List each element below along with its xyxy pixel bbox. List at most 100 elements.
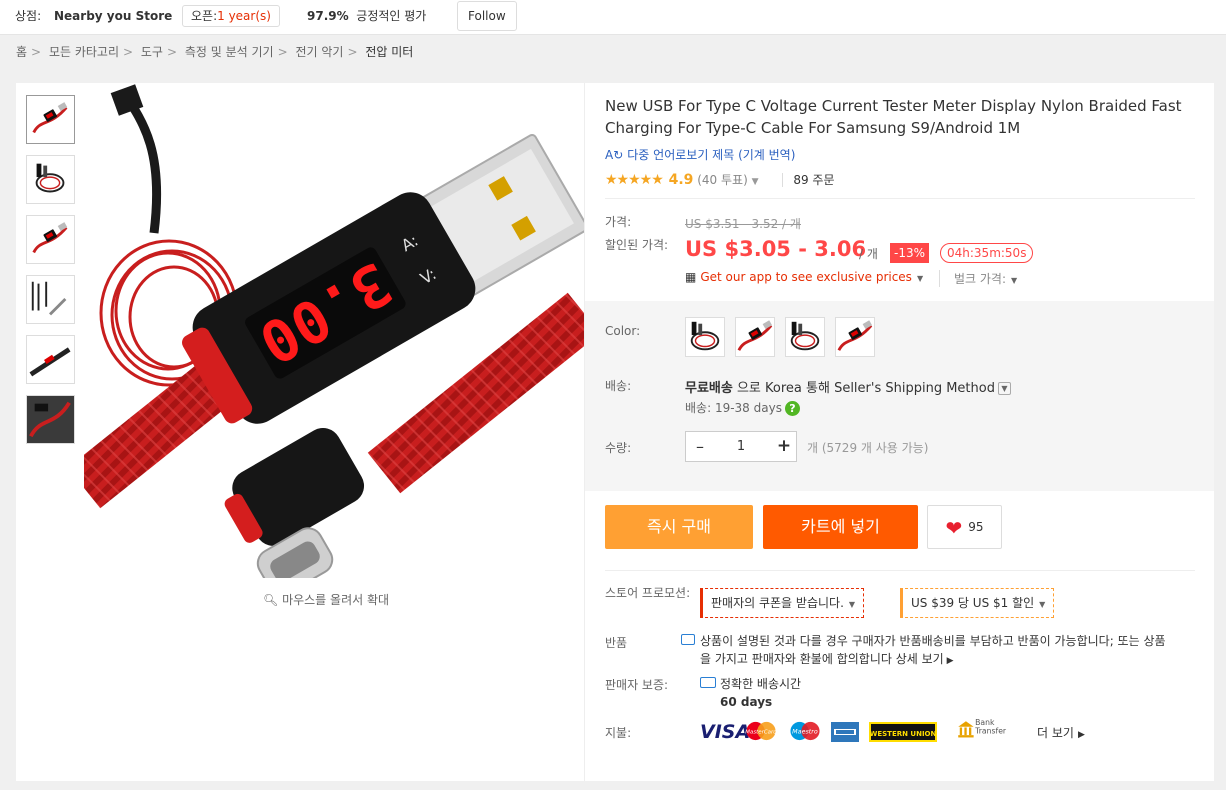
- store-rating: 97.9% 긍정적인 평가: [307, 0, 426, 35]
- more-payments-link[interactable]: 더 보기 ▶: [1037, 724, 1085, 741]
- translate-icon: A↻: [605, 148, 624, 162]
- product-info: New USB For Type C Voltage Current Teste…: [585, 83, 1214, 781]
- quantity-input[interactable]: 1: [714, 432, 768, 461]
- order-count: 89 주문: [782, 173, 835, 187]
- translate-link[interactable]: A↻ 다중 언어로보기 제목 (기계 번역): [605, 146, 795, 163]
- truck-icon: [700, 677, 716, 688]
- main-product-image[interactable]: 3.00 A: V:: [84, 83, 584, 578]
- chevron-down-icon: ▼: [848, 600, 856, 609]
- color-label: Color:: [605, 324, 641, 338]
- breadcrumb-tools[interactable]: 도구: [141, 45, 163, 59]
- chevron-down-icon[interactable]: ▼: [752, 177, 759, 187]
- promotion-label: 스토어 프로모션:: [605, 586, 691, 600]
- zoom-hint: 🔍︎ 마우스를 올려서 확대: [263, 591, 389, 608]
- return-label: 반품: [605, 636, 628, 650]
- price-label: 가격:: [605, 215, 632, 229]
- bulk-price-dropdown[interactable]: 벌크 가격: ▼: [939, 270, 1017, 287]
- thumbnail-1[interactable]: [26, 95, 75, 144]
- product-card: 3.00 A: V: 🔍︎ 마우스를 올려서 확대 New USB For Ty…: [16, 83, 1214, 781]
- mastercard-logo: MasterCard: [745, 721, 777, 741]
- chevron-down-icon: ▼: [1011, 276, 1018, 285]
- chevron-down-icon[interactable]: ▼: [997, 382, 1011, 395]
- bank-transfer-logo: Bank Transfer: [958, 719, 1007, 738]
- color-swatch-2[interactable]: [735, 317, 775, 357]
- add-to-cart-button[interactable]: 카트에 넣기: [763, 505, 918, 549]
- bulk-price-label: 벌크 가격:: [954, 272, 1007, 286]
- quantity-stepper: – 1 +: [685, 431, 797, 462]
- color-swatch-3[interactable]: [785, 317, 825, 357]
- breadcrumb-all-categories[interactable]: 모든 카타고리: [49, 45, 119, 59]
- breadcrumb-separator: >: [347, 45, 358, 59]
- breadcrumb-home[interactable]: 홈: [16, 45, 27, 59]
- breadcrumb-electrical[interactable]: 전기 악기: [296, 45, 344, 59]
- return-more-link[interactable]: 상세 보기: [896, 652, 944, 666]
- breadcrumb-separator: >: [31, 45, 42, 59]
- shipping-text: 으로 Korea 통해 Seller's Shipping Method: [732, 381, 995, 396]
- braided-cable-right: [367, 292, 584, 494]
- thumbnail-4[interactable]: [26, 275, 75, 324]
- breadcrumb-separator: >: [277, 45, 288, 59]
- app-promo-link[interactable]: ▦ Get our app to see exclusive prices ▼: [685, 270, 923, 284]
- follow-button[interactable]: Follow: [457, 1, 517, 31]
- help-icon[interactable]: ?: [784, 401, 800, 416]
- options-panel: [585, 301, 1214, 491]
- breadcrumb-measurement[interactable]: 측정 및 분석 기기: [185, 45, 274, 59]
- bank-transfer-text: Bank Transfer: [975, 719, 1007, 736]
- chevron-down-icon: ▼: [916, 274, 924, 283]
- chevron-right-icon: ▶: [1077, 730, 1085, 740]
- western-union-text: WESTERN UNION: [870, 730, 937, 738]
- small-cable-end: [120, 90, 162, 234]
- wishlist-button[interactable]: ❤ 95: [927, 505, 1002, 549]
- sale-price: US $3.05 - 3.06: [685, 237, 867, 261]
- store-open-badge: 오픈:1 year(s): [182, 5, 280, 27]
- free-shipping: 무료배송: [685, 381, 733, 396]
- shipping-label: 배송:: [605, 379, 632, 393]
- buy-now-button[interactable]: 즉시 구매: [605, 505, 753, 549]
- sale-price-label: 할인된 가격:: [605, 238, 669, 252]
- star-rating-icon: ★★★★★: [605, 172, 664, 188]
- original-price: US $3.51 - 3.52 / 개: [685, 217, 801, 231]
- thumbnail-6[interactable]: [26, 395, 75, 444]
- product-title: New USB For Type C Voltage Current Teste…: [605, 97, 1182, 137]
- open-value: 1 year(s): [217, 9, 271, 23]
- guarantee-days: 60 days: [720, 695, 773, 709]
- magnifier-icon: 🔍︎: [263, 593, 279, 607]
- maestro-logo: Maestro: [790, 721, 820, 741]
- wishlist-count: 95: [968, 520, 984, 534]
- zoom-hint-text: 마우스를 올려서 확대: [282, 593, 390, 607]
- shipping-days-text: 배송: 19-38 days: [685, 401, 782, 415]
- breadcrumb-current: 전압 미터: [365, 45, 414, 59]
- color-swatch-1[interactable]: [685, 317, 725, 357]
- heart-icon: ❤: [945, 515, 963, 540]
- product-photo: 3.00 A: V:: [84, 84, 584, 578]
- quantity-label: 수량:: [605, 441, 632, 455]
- thumbnail-3[interactable]: [26, 215, 75, 264]
- translate-text: 다중 언어로보기 제목 (기계 번역): [627, 148, 796, 162]
- breadcrumb: 홈 > 모든 카타고리 > 도구 > 측정 및 분석 기기 > 전기 악기 > 전압 미터: [16, 43, 413, 60]
- store-label: 상점:: [15, 9, 42, 23]
- store-name-link[interactable]: Nearby you Store: [54, 0, 172, 35]
- guarantee-label: 판매자 보증:: [605, 678, 669, 692]
- chevron-down-icon: ▼: [1039, 600, 1046, 609]
- breadcrumb-separator: >: [166, 45, 178, 59]
- store-discount-dropdown[interactable]: US $39 당 US $1 할인 ▼: [900, 588, 1055, 618]
- return-icon: [681, 634, 695, 645]
- thumbnail-5[interactable]: [26, 335, 75, 384]
- plus-icon[interactable]: +: [770, 432, 798, 461]
- color-swatch-4[interactable]: [835, 317, 875, 357]
- more-payments-text: 더 보기: [1037, 726, 1074, 740]
- thumbnail-list: [26, 95, 75, 455]
- coupon-text: 판매자의 쿠폰을 받습니다.: [711, 596, 844, 610]
- rating-summary: ★★★★★ 4.9 (40 투표) ▼ 89 주문: [605, 171, 835, 188]
- seller-coupon-dropdown[interactable]: 판매자의 쿠폰을 받습니다. ▼: [700, 588, 865, 618]
- shipping-method[interactable]: 무료배송 으로 Korea 통해 Seller's Shipping Metho…: [685, 377, 1011, 396]
- store-bar: 상점: Nearby you Store 오픈:1 year(s) 97.9% …: [0, 0, 1226, 35]
- minus-icon[interactable]: –: [686, 432, 714, 461]
- chevron-right-icon: ▶: [943, 656, 954, 666]
- maestro-text: Maestro: [792, 728, 818, 736]
- countdown-timer: 04h:35m:50s: [940, 243, 1034, 263]
- discount-text: US $39 당 US $1 할인: [911, 596, 1035, 610]
- shipping-days: 배송: 19-38 days?: [685, 399, 800, 416]
- thumbnail-2[interactable]: [26, 155, 75, 204]
- rating-votes[interactable]: (40 투표): [697, 173, 748, 187]
